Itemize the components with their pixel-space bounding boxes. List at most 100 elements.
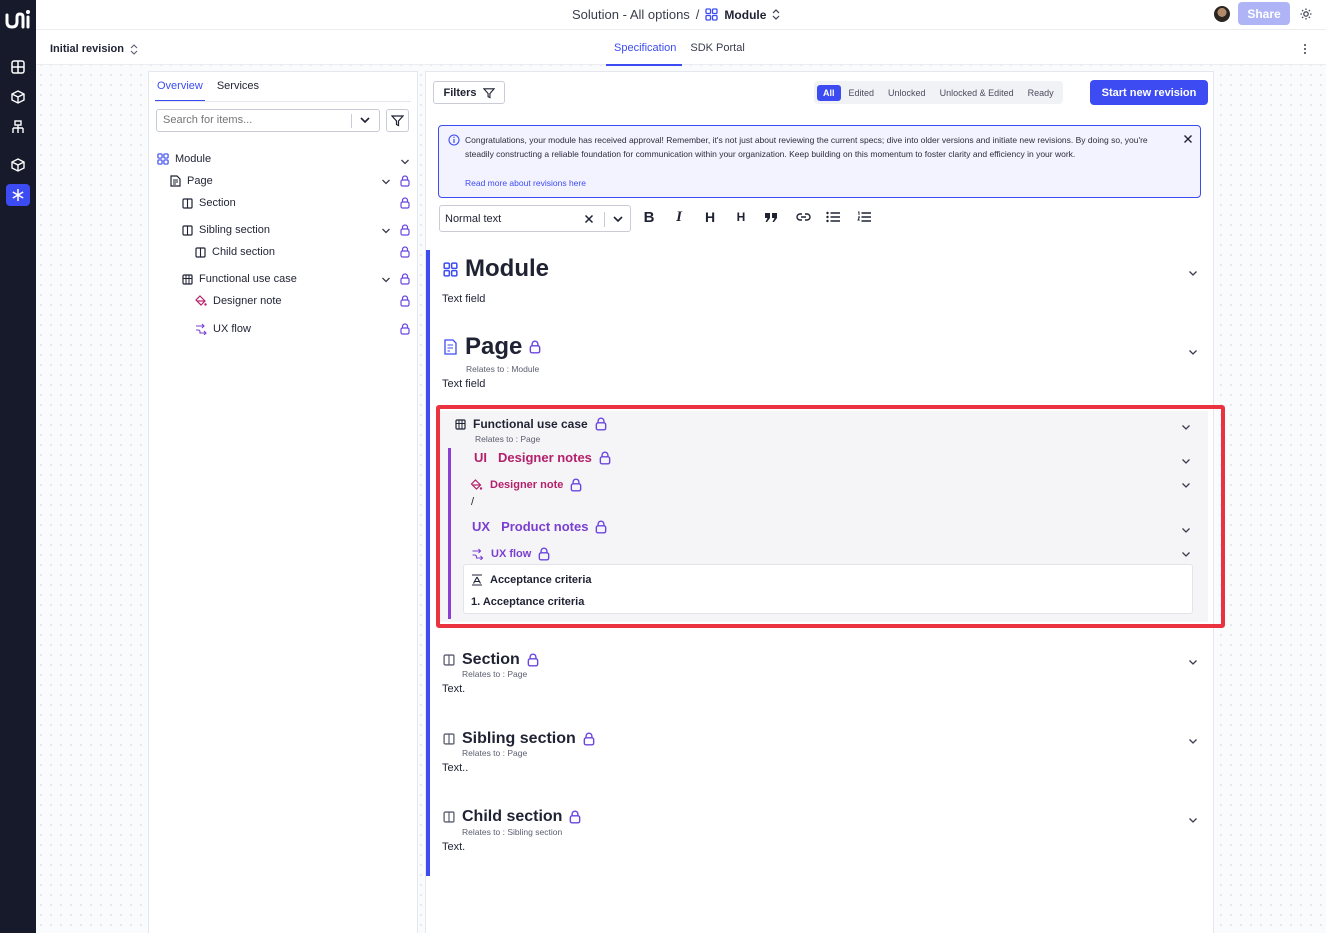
- tab-overview[interactable]: Overview: [155, 78, 205, 102]
- sibling-section-text[interactable]: Text..: [442, 762, 468, 774]
- gear-icon[interactable]: [1298, 6, 1314, 22]
- hierarchy-icon[interactable]: [6, 116, 30, 138]
- text-style-select[interactable]: Normal text: [439, 205, 631, 232]
- chevron-down-icon[interactable]: [381, 178, 391, 186]
- filters-label: Filters: [443, 86, 477, 99]
- text-style-value: Normal text: [445, 213, 502, 225]
- filter-button[interactable]: [386, 109, 409, 132]
- chevron-down-icon[interactable]: [1181, 482, 1191, 489]
- segment-all[interactable]: All: [817, 84, 841, 101]
- segment-unlocked[interactable]: Unlocked: [882, 85, 932, 101]
- sibling-section-relates: Relates to : Page: [462, 748, 528, 758]
- tree-item-section[interactable]: Section: [182, 194, 236, 212]
- lock-icon: [400, 246, 410, 258]
- bullet-list-button[interactable]: [823, 207, 843, 227]
- tree-item-functional-use-case[interactable]: Functional use case: [182, 270, 297, 288]
- tree-item-page[interactable]: Page: [170, 172, 213, 190]
- tree-item-label: Page: [187, 175, 213, 187]
- filters-button[interactable]: Filters: [433, 81, 505, 104]
- section-icon: [182, 197, 193, 209]
- section-text[interactable]: Text.: [442, 683, 465, 695]
- tab-services[interactable]: Services: [215, 78, 261, 102]
- chevron-down-icon[interactable]: [612, 215, 624, 224]
- numbered-list-button[interactable]: [854, 207, 874, 227]
- avatar[interactable]: [1214, 6, 1230, 22]
- page-title: Page: [465, 333, 523, 360]
- section-icon: [443, 733, 455, 745]
- breadcrumb-solution[interactable]: Solution - All options: [572, 7, 690, 22]
- ux-prefix: UX: [472, 519, 491, 534]
- heading2-button[interactable]: H: [731, 207, 751, 227]
- more-menu-icon[interactable]: [1302, 43, 1308, 55]
- start-new-revision-button[interactable]: Start new revision: [1090, 80, 1208, 105]
- quote-button[interactable]: [761, 207, 781, 227]
- tab-specification[interactable]: Specification: [606, 42, 683, 66]
- content-panel: Filters All Edited Unlocked Unlocked & E…: [425, 71, 1214, 933]
- breadcrumb-module[interactable]: Module: [705, 8, 780, 22]
- chevron-down-icon[interactable]: [1188, 270, 1198, 277]
- approval-notice: Congratulations, your module has receive…: [438, 125, 1201, 198]
- segment-edited[interactable]: Edited: [843, 85, 881, 101]
- search-input[interactable]: [163, 114, 349, 126]
- section-heading: Section: [443, 651, 539, 669]
- tree-item-ux-flow[interactable]: UX flow: [195, 320, 251, 338]
- tab-sdk-portal[interactable]: SDK Portal: [682, 42, 750, 66]
- share-button[interactable]: Share: [1238, 2, 1290, 25]
- section-icon: [195, 246, 206, 258]
- chevron-down-icon[interactable]: [1188, 659, 1198, 666]
- chevron-down-icon[interactable]: [381, 276, 391, 284]
- chevron-down-icon[interactable]: [400, 158, 410, 166]
- clear-icon[interactable]: [584, 214, 594, 224]
- designer-note-title: Designer note: [490, 479, 564, 491]
- chevron-down-icon[interactable]: [1188, 817, 1198, 824]
- child-section-title: Child section: [462, 808, 563, 825]
- notice-link[interactable]: Read more about revisions here: [465, 178, 586, 188]
- revision-selector[interactable]: Initial revision: [50, 43, 138, 55]
- section-title: Section: [462, 651, 520, 668]
- tree-item-child-section[interactable]: Child section: [195, 243, 275, 261]
- chevron-down-icon[interactable]: [1181, 458, 1191, 465]
- info-icon: [448, 134, 460, 146]
- chevron-down-icon[interactable]: [359, 115, 371, 125]
- tree-item-designer-note[interactable]: Designer note: [195, 292, 282, 310]
- child-section-text[interactable]: Text.: [442, 841, 465, 853]
- ux-flow-title: UX flow: [491, 548, 532, 560]
- chevron-down-icon[interactable]: [381, 227, 391, 235]
- module-text[interactable]: Text field: [442, 293, 485, 305]
- top-bar: Solution - All options / Module Share: [36, 0, 1326, 30]
- chevron-down-icon[interactable]: [1188, 349, 1198, 356]
- divider: [351, 114, 352, 128]
- link-button[interactable]: [793, 207, 813, 227]
- chevron-down-icon[interactable]: [1188, 738, 1198, 745]
- asterisk-icon[interactable]: [6, 184, 30, 206]
- tree-item-sibling-section[interactable]: Sibling section: [182, 221, 270, 239]
- italic-button[interactable]: I: [669, 207, 689, 227]
- segment-unlocked-edited[interactable]: Unlocked & Edited: [934, 85, 1020, 101]
- close-icon[interactable]: [1183, 134, 1193, 144]
- cube-icon[interactable]: [6, 86, 30, 108]
- bold-button[interactable]: B: [639, 207, 659, 227]
- grid-icon[interactable]: [6, 56, 30, 78]
- page-text[interactable]: Text field: [442, 378, 485, 390]
- logo-icon[interactable]: [5, 6, 31, 32]
- section-icon: [443, 811, 455, 823]
- lock-icon: [570, 478, 582, 492]
- heading1-button[interactable]: H: [700, 207, 720, 227]
- segment-ready[interactable]: Ready: [1022, 85, 1060, 101]
- lock-icon: [400, 295, 410, 307]
- lock-icon: [596, 520, 607, 534]
- designer-note-text[interactable]: /: [471, 496, 474, 508]
- chevron-down-icon[interactable]: [1181, 424, 1191, 431]
- child-section-relates: Relates to : Sibling section: [462, 827, 563, 837]
- chevron-down-icon[interactable]: [1181, 527, 1191, 534]
- box-icon[interactable]: [6, 154, 30, 176]
- use-case-icon: [455, 418, 466, 430]
- tree-item-module[interactable]: Module: [157, 150, 211, 168]
- acceptance-item[interactable]: 1. Acceptance criteria: [471, 596, 584, 608]
- chevron-down-icon[interactable]: [1181, 551, 1191, 558]
- tree-item-label: Sibling section: [199, 224, 270, 236]
- updown-chevron-icon: [130, 43, 138, 55]
- search-field[interactable]: [156, 109, 380, 132]
- lock-icon: [538, 547, 550, 561]
- tree-item-label: Child section: [212, 246, 275, 258]
